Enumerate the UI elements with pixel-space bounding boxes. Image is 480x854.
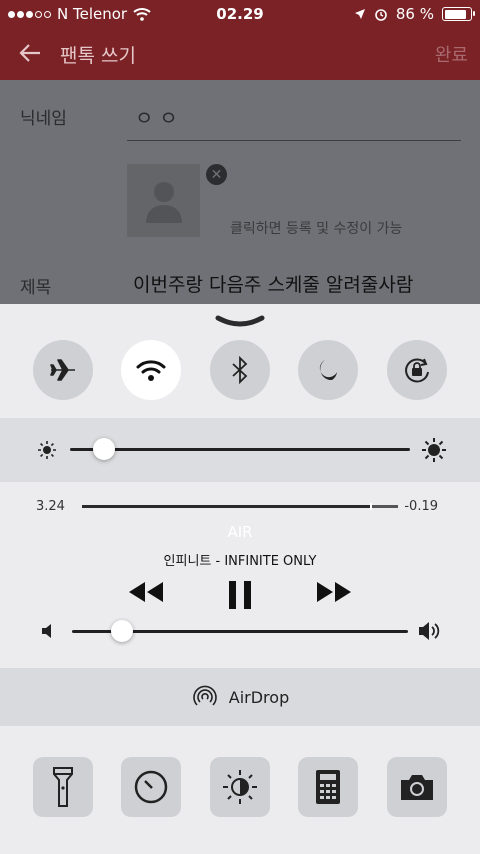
carrier-name: N Telenor	[57, 5, 128, 23]
calculator-icon	[316, 770, 340, 804]
music-panel: 3.24 -0.19 AIR 인피니트 - INFINITE ONLY	[0, 484, 480, 668]
airplane-mode-toggle[interactable]	[33, 340, 93, 400]
brightness-slider[interactable]	[70, 438, 410, 460]
remaining-time: -0.19	[404, 499, 438, 514]
camera-button[interactable]	[387, 757, 447, 817]
app-bar: 팬톡 쓰기 완료	[0, 28, 480, 80]
song-title: AIR	[227, 523, 253, 541]
done-button[interactable]: 완료	[435, 41, 468, 67]
brightness-low-icon	[38, 441, 56, 459]
playback-progress	[82, 505, 370, 508]
wifi-icon	[133, 8, 151, 21]
volume-high-icon	[419, 622, 440, 640]
chevron-down-icon[interactable]	[215, 315, 265, 329]
flashlight-icon	[53, 767, 73, 807]
volume-slider[interactable]	[72, 620, 408, 642]
playback-scrubber[interactable]	[82, 503, 398, 510]
rewind-button[interactable]	[127, 580, 165, 604]
battery-icon	[442, 7, 475, 21]
camera-icon	[401, 775, 433, 800]
brightness-thumb[interactable]	[93, 438, 115, 460]
bluetooth-toggle[interactable]	[210, 340, 270, 400]
remove-photo-button[interactable]: ✕	[206, 164, 227, 185]
brightness-panel	[0, 418, 480, 482]
bluetooth-icon	[232, 356, 248, 384]
calculator-button[interactable]	[298, 757, 358, 817]
timer-button[interactable]	[121, 757, 181, 817]
volume-low-icon	[42, 624, 51, 638]
night-shift-icon	[223, 770, 257, 804]
control-center: 3.24 -0.19 AIR 인피니트 - INFINITE ONLY AirD…	[0, 304, 480, 854]
battery-fill	[444, 9, 466, 19]
brightness-high-icon	[422, 438, 446, 462]
nickname-label: 닉네임	[20, 109, 67, 129]
nickname-underline	[127, 140, 461, 141]
alarm-icon	[375, 9, 387, 21]
fast-forward-icon	[317, 582, 351, 602]
subject-label: 제목	[20, 278, 52, 298]
post-form: 닉네임 ㅇㅇ ✕ 클릭하면 등록 및 수정이 가능 제목 이번주랑 다음주 스케…	[0, 80, 480, 310]
page-title: 팬톡 쓰기	[60, 44, 136, 67]
wifi-icon	[136, 360, 166, 381]
timer-icon	[134, 770, 168, 804]
airdrop-label: AirDrop	[228, 687, 290, 707]
night-shift-button[interactable]	[210, 757, 270, 817]
airplane-icon	[50, 359, 75, 381]
rewind-icon	[129, 582, 163, 602]
arrow-left-icon[interactable]	[0, 39, 60, 69]
do-not-disturb-toggle[interactable]	[298, 340, 358, 400]
artist-album: 인피니트 - INFINITE ONLY	[163, 554, 317, 569]
photo-upload[interactable]	[127, 164, 200, 237]
rotation-lock-icon	[405, 358, 429, 383]
pause-icon	[229, 581, 251, 609]
flashlight-button[interactable]	[33, 757, 93, 817]
wifi-toggle[interactable]	[121, 340, 181, 400]
person-placeholder-icon	[145, 181, 182, 223]
fast-forward-button[interactable]	[315, 580, 353, 604]
toggle-row	[0, 340, 480, 410]
photo-hint: 클릭하면 등록 및 수정이 가능	[230, 221, 403, 237]
signal-dots-icon	[8, 10, 51, 18]
elapsed-time: 3.24	[36, 499, 65, 514]
airdrop-icon	[192, 685, 217, 706]
rotation-lock-toggle[interactable]	[387, 340, 447, 400]
airdrop-button[interactable]: AirDrop	[0, 668, 480, 726]
moon-icon	[319, 360, 337, 381]
nickname-field[interactable]: ㅇㅇ	[135, 102, 184, 131]
location-arrow-icon	[354, 9, 365, 19]
volume-thumb[interactable]	[111, 620, 134, 642]
shortcut-row	[0, 726, 480, 854]
playback-position[interactable]	[369, 503, 372, 510]
status-bar: N Telenor 02.29 86 %	[0, 0, 480, 28]
subject-field[interactable]: 이번주랑 다음주 스케줄 알려줄사람	[133, 270, 413, 297]
battery-percent: 86 %	[395, 5, 434, 23]
pause-button[interactable]	[227, 580, 253, 610]
